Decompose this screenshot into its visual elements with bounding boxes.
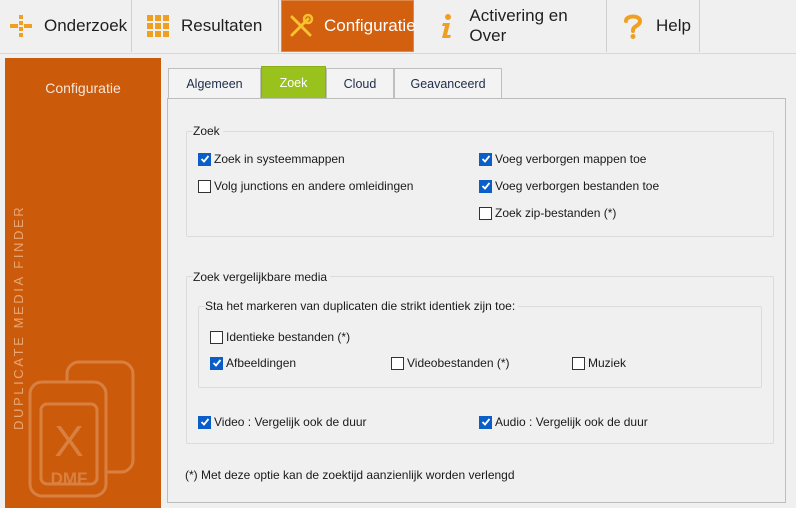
nav-label: Activering en Over xyxy=(469,6,568,45)
checkbox-label: Voeg verborgen mappen toe xyxy=(495,152,647,166)
checkbox-label: Zoek zip-bestanden (*) xyxy=(495,206,617,220)
checkbox-unchecked[interactable] xyxy=(210,330,223,344)
checkbox-zoek-in-systeemmappen[interactable]: Zoek in systeemmappen xyxy=(198,152,345,166)
checkbox-identieke-bestanden[interactable]: Identieke bestanden (*) xyxy=(210,330,350,344)
footnote: (*) Met deze optie kan de zoektijd aanzi… xyxy=(185,468,515,482)
nav-label: Resultaten xyxy=(181,16,263,35)
checkbox-unchecked[interactable] xyxy=(391,356,404,370)
question-icon xyxy=(620,13,646,39)
checkbox-checked[interactable] xyxy=(479,415,492,429)
nav-label: Configuratie xyxy=(324,16,416,35)
nav-configuratie[interactable]: Configuratie xyxy=(281,0,416,52)
checkbox-unchecked[interactable] xyxy=(479,206,492,220)
checkbox-label: Video : Vergelijk ook de duur xyxy=(214,415,367,429)
checkbox-label: Videobestanden (*) xyxy=(407,356,510,370)
sidebar: Configuratie DUPLICATE MEDIA FINDER X DM… xyxy=(5,58,161,508)
checkbox-video-duur[interactable]: Video : Vergelijk ook de duur xyxy=(198,415,367,429)
tab-bar: Algemeen Zoek Cloud Geavanceerd xyxy=(167,63,786,99)
checkbox-label: Afbeeldingen xyxy=(226,356,297,370)
checkbox-volg-junctions[interactable]: Volg junctions en andere omleidingen xyxy=(198,179,413,193)
nav-label: Help xyxy=(656,16,691,35)
checkbox-unchecked[interactable] xyxy=(198,179,211,193)
dots-grid-icon xyxy=(8,13,34,39)
nav-onderzoek[interactable]: Onderzoek xyxy=(0,0,132,52)
checkbox-muziek[interactable]: Muziek xyxy=(572,356,626,370)
checkbox-label: Audio : Vergelijk ook de duur xyxy=(495,415,648,429)
checkbox-label: Voeg verborgen bestanden toe xyxy=(495,179,660,193)
checkbox-label: Identieke bestanden (*) xyxy=(226,330,351,344)
tools-icon xyxy=(288,13,314,39)
checkbox-checked[interactable] xyxy=(198,415,211,429)
nav-label: Onderzoek xyxy=(44,16,128,35)
dmf-logo: X DMF xyxy=(27,360,137,505)
nav-help[interactable]: Help xyxy=(608,0,700,52)
tab-algemeen[interactable]: Algemeen xyxy=(168,68,261,98)
logo-letter: X xyxy=(54,417,83,466)
nav-resultaten[interactable]: Resultaten xyxy=(133,0,279,52)
settings-content: Algemeen Zoek Cloud Geavanceerd Zoek Zoe… xyxy=(167,63,786,503)
checkbox-label: Volg junctions en andere omleidingen xyxy=(214,179,414,193)
checkbox-zoek-zip-bestanden[interactable]: Zoek zip-bestanden (*) xyxy=(479,206,616,220)
tab-geavanceerd[interactable]: Geavanceerd xyxy=(394,68,502,98)
checkbox-voeg-verborgen-bestanden[interactable]: Voeg verborgen bestanden toe xyxy=(479,179,659,193)
tab-cloud[interactable]: Cloud xyxy=(326,68,394,98)
info-icon xyxy=(434,13,459,39)
tab-zoek[interactable]: Zoek xyxy=(261,66,326,99)
checkbox-voeg-verborgen-mappen[interactable]: Voeg verborgen mappen toe xyxy=(479,152,646,166)
checkbox-afbeeldingen[interactable]: Afbeeldingen xyxy=(210,356,296,370)
top-navigation: Onderzoek Resultaten Configuratie Active… xyxy=(0,0,796,54)
squares-grid-icon xyxy=(145,13,171,39)
checkbox-audio-duur[interactable]: Audio : Vergelijk ook de duur xyxy=(479,415,648,429)
nav-activering-en-over[interactable]: Activering en Over xyxy=(420,0,607,52)
identical-subgroup-title: Sta het markeren van duplicaten die stri… xyxy=(205,299,519,313)
zoek-page: Zoek Zoek in systeemmappen Volg junction… xyxy=(167,98,786,503)
checkbox-checked[interactable] xyxy=(479,152,492,166)
brand-text: DUPLICATE MEDIA FINDER xyxy=(11,204,26,430)
checkbox-checked[interactable] xyxy=(198,152,211,166)
checkbox-checked[interactable] xyxy=(479,179,492,193)
checkbox-checked[interactable] xyxy=(210,356,223,370)
checkbox-videobestanden[interactable]: Videobestanden (*) xyxy=(391,356,510,370)
checkbox-unchecked[interactable] xyxy=(572,356,585,370)
brand-vertical: DUPLICATE MEDIA FINDER xyxy=(7,178,29,438)
checkbox-label: Zoek in systeemmappen xyxy=(214,152,345,166)
zoek-group-title: Zoek xyxy=(193,124,223,138)
sidebar-title: Configuratie xyxy=(45,80,121,96)
identical-subgroup xyxy=(198,306,762,388)
logo-text: DMF xyxy=(51,469,88,488)
checkbox-label: Muziek xyxy=(588,356,627,370)
media-group-title: Zoek vergelijkbare media xyxy=(193,270,331,284)
